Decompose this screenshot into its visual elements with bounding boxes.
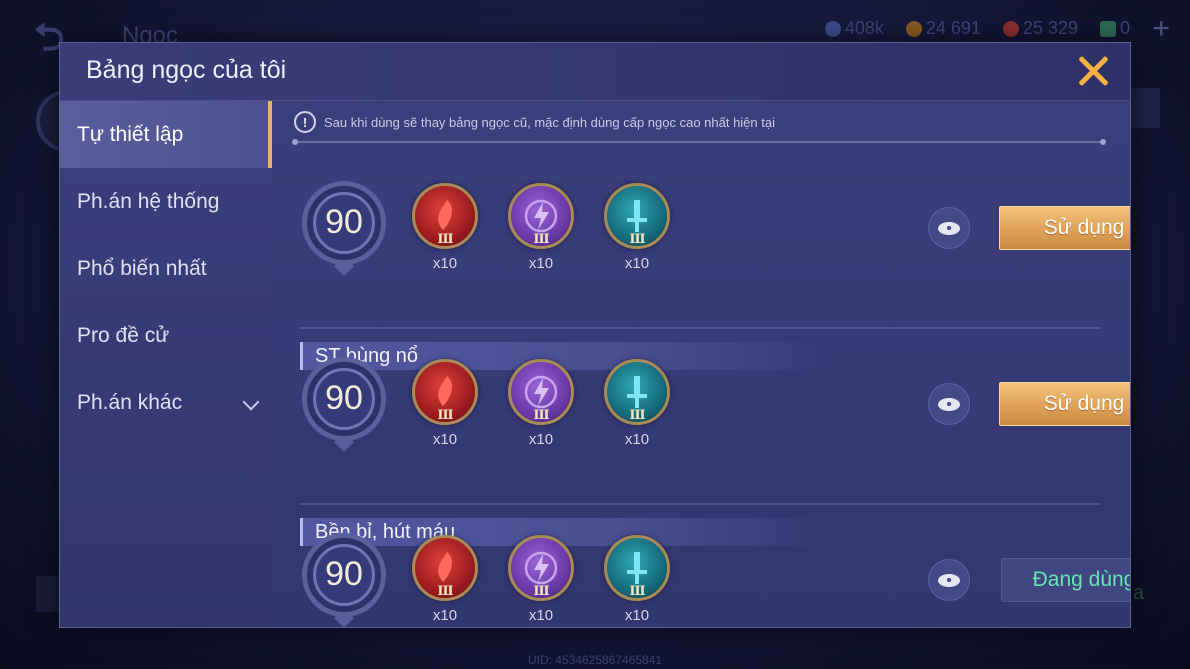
eye-shape bbox=[938, 573, 960, 587]
currency-gold-icon bbox=[905, 20, 922, 37]
gem-board-dialog: Bảng ngọc của tôi Tự thiết lập Ph.án hệ … bbox=[59, 42, 1131, 628]
info-icon: ! bbox=[294, 111, 316, 133]
level-number: 90 bbox=[325, 379, 363, 417]
sidebar: Tự thiết lập Ph.án hệ thống Phổ biến nhấ… bbox=[60, 101, 272, 627]
gem-tier: III bbox=[533, 232, 549, 247]
gem-tier: III bbox=[533, 408, 549, 423]
currency-bar: 408k 24 691 25 329 0 bbox=[824, 18, 1130, 39]
preset-divider bbox=[300, 327, 1100, 329]
gem-qty: x10 bbox=[528, 607, 554, 624]
preset-row: 90 III x10 III x10 III x10 Sử dụng bbox=[272, 349, 1130, 459]
currency-value: 408k bbox=[844, 18, 884, 38]
use-preset-button[interactable]: Sử dụng bbox=[999, 206, 1130, 250]
notice-text: Sau khi dùng sẽ thay bảng ngọc cũ, mặc đ… bbox=[324, 114, 775, 130]
gem-qty: x10 bbox=[624, 431, 650, 448]
gem-qty: x10 bbox=[528, 431, 554, 448]
currency-value: 25 329 bbox=[1022, 18, 1078, 38]
eye-shape bbox=[938, 221, 960, 235]
in-use-button[interactable]: Đang dùng bbox=[1001, 558, 1130, 602]
gem-tier: III bbox=[629, 584, 645, 599]
sidebar-item-popular[interactable]: Phổ biến nhất bbox=[60, 235, 272, 302]
level-number: 90 bbox=[325, 203, 363, 241]
gem-tier: III bbox=[437, 584, 453, 599]
sidebar-item-label: Pro đề cử bbox=[77, 323, 170, 347]
gem-tier: III bbox=[533, 584, 549, 599]
currency-ruby-icon bbox=[1002, 20, 1019, 37]
level-number: 90 bbox=[325, 555, 363, 593]
preview-eye-icon[interactable] bbox=[928, 559, 970, 601]
gem-slot-teal[interactable]: III x10 bbox=[604, 183, 670, 283]
gem-qty: x10 bbox=[432, 255, 458, 272]
sidebar-item-label: Ph.án hệ thống bbox=[77, 189, 220, 213]
sidebar-item-label: Tự thiết lập bbox=[77, 122, 184, 146]
sidebar-item-label: Ph.án khác bbox=[77, 390, 183, 414]
sidebar-item-system[interactable]: Ph.án hệ thống bbox=[60, 168, 272, 235]
level-badge: 90 bbox=[302, 533, 386, 627]
currency-value: 0 bbox=[1119, 18, 1130, 38]
notice-bar: ! Sau khi dùng sẽ thay bảng ngọc cũ, mặc… bbox=[294, 111, 775, 133]
level-badge: 90 bbox=[302, 181, 386, 276]
sidebar-item-pro[interactable]: Pro đề cử bbox=[60, 302, 272, 369]
currency-item: 24 691 bbox=[905, 18, 981, 39]
gem-slot-red[interactable]: III x10 bbox=[412, 535, 478, 627]
chevron-down-icon[interactable] bbox=[242, 393, 260, 411]
preset-row: 90 III x10 III x10 III x10 Sử dụng bbox=[272, 173, 1130, 283]
gem-qty: x10 bbox=[528, 255, 554, 272]
gem-slot-teal[interactable]: III x10 bbox=[604, 535, 670, 627]
gem-slot-teal[interactable]: III x10 bbox=[604, 359, 670, 459]
background-side-tab bbox=[1130, 88, 1160, 128]
gem-slot-red[interactable]: III x10 bbox=[412, 183, 478, 283]
eye-shape bbox=[938, 397, 960, 411]
gem-slot-purple[interactable]: III x10 bbox=[508, 535, 574, 627]
notice-divider bbox=[292, 139, 1106, 145]
gem-qty: x10 bbox=[432, 431, 458, 448]
uid-label: UID: 4534625867465841 bbox=[527, 653, 663, 667]
currency-value: 24 691 bbox=[925, 18, 981, 38]
currency-gem-icon bbox=[824, 20, 841, 37]
dialog-header: Bảng ngọc của tôi bbox=[60, 43, 1130, 101]
gem-slot-red[interactable]: III x10 bbox=[412, 359, 478, 459]
preset-list[interactable]: ! Sau khi dùng sẽ thay bảng ngọc cũ, mặc… bbox=[272, 101, 1130, 627]
dialog-title: Bảng ngọc của tôi bbox=[86, 56, 287, 84]
use-preset-button[interactable]: Sử dụng bbox=[999, 382, 1130, 426]
preview-eye-icon[interactable] bbox=[928, 383, 970, 425]
add-currency-button: + bbox=[1152, 12, 1170, 45]
close-icon[interactable] bbox=[1076, 54, 1110, 88]
sidebar-item-other[interactable]: Ph.án khác bbox=[60, 369, 272, 436]
gem-qty: x10 bbox=[624, 607, 650, 624]
gem-tier: III bbox=[629, 232, 645, 247]
gem-tier: III bbox=[437, 232, 453, 247]
level-badge: 90 bbox=[302, 357, 386, 452]
preset-divider bbox=[300, 503, 1100, 505]
currency-card-icon bbox=[1099, 20, 1116, 37]
sidebar-item-custom[interactable]: Tự thiết lập bbox=[60, 101, 272, 168]
gem-tier: III bbox=[629, 408, 645, 423]
gem-qty: x10 bbox=[432, 607, 458, 624]
gem-slot-purple[interactable]: III x10 bbox=[508, 183, 574, 283]
preview-eye-icon[interactable] bbox=[928, 207, 970, 249]
currency-item: 408k bbox=[824, 18, 884, 39]
gem-slot-purple[interactable]: III x10 bbox=[508, 359, 574, 459]
gem-qty: x10 bbox=[624, 255, 650, 272]
sidebar-item-label: Phổ biến nhất bbox=[77, 256, 207, 280]
currency-item: 25 329 bbox=[1002, 18, 1078, 39]
gem-tier: III bbox=[437, 408, 453, 423]
preset-row: 90 III x10 III x10 III x10 Đang dùng bbox=[272, 525, 1130, 627]
currency-item: 0 bbox=[1099, 18, 1130, 39]
background-right-text: a bbox=[1132, 582, 1144, 604]
